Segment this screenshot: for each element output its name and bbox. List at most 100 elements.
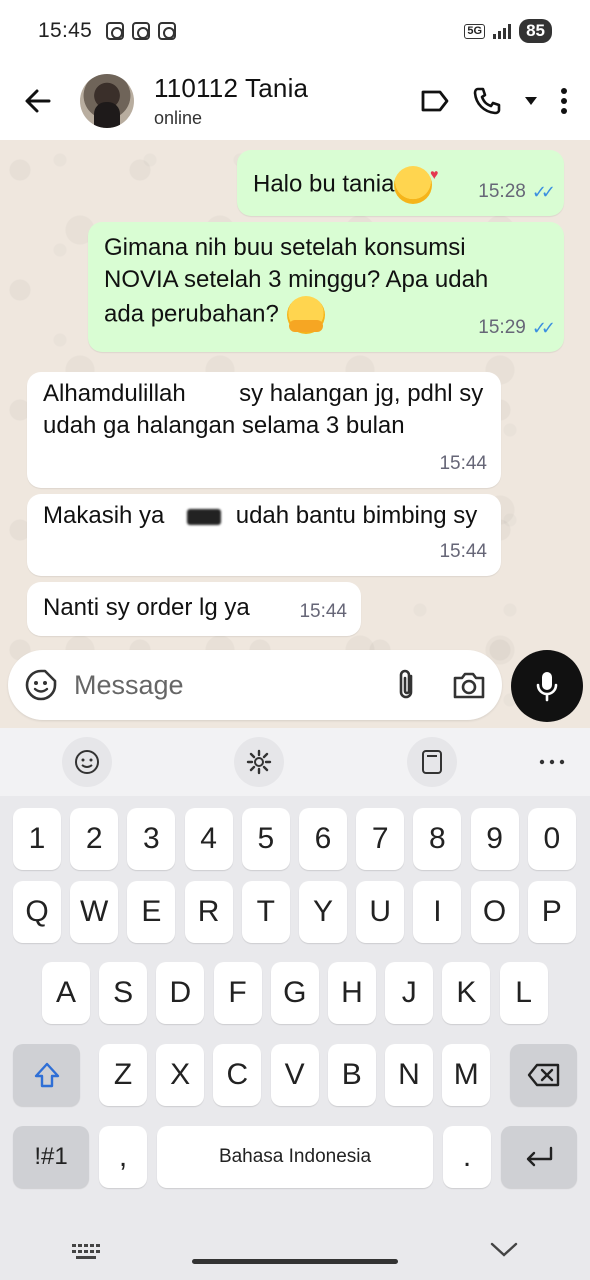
message-incoming[interactable]: Makasih ya udah bantu bimbing sy 15:44 — [27, 494, 501, 576]
enter-icon — [526, 1146, 553, 1167]
more-options-button[interactable] — [560, 87, 568, 115]
key-a[interactable]: A — [42, 962, 90, 1024]
attach-button[interactable] — [396, 668, 418, 702]
key-j[interactable]: J — [385, 962, 434, 1024]
key-b[interactable]: B — [327, 1044, 376, 1106]
keyboard: 1234567890 QWERTYUIOP ASDFGHJKL ZXCVBNM … — [0, 796, 590, 1280]
message-time: 15:44 — [299, 601, 347, 622]
backspace-key[interactable] — [510, 1044, 577, 1106]
message-time: 15:44 — [439, 541, 487, 562]
key-6[interactable]: 6 — [299, 808, 347, 870]
smiling-face-with-hearts-icon — [394, 158, 438, 204]
period-key[interactable]: . — [443, 1126, 491, 1188]
key-t[interactable]: T — [241, 881, 290, 943]
key-d[interactable]: D — [156, 962, 205, 1024]
message-text: Nanti sy order lg ya — [43, 594, 250, 621]
voice-message-button[interactable] — [511, 650, 583, 722]
hugging-face-icon — [286, 296, 325, 334]
key-5[interactable]: 5 — [241, 808, 290, 870]
message-incoming[interactable]: Alhamdulillah sy halangan jg, pdhl sy ud… — [27, 372, 501, 488]
message-text: Halo bu tania — [253, 170, 395, 198]
signal-icon — [493, 23, 512, 39]
more-vert-icon — [561, 88, 567, 114]
keyboard-more-button[interactable] — [532, 748, 572, 776]
key-z[interactable]: Z — [99, 1044, 147, 1106]
shift-icon — [34, 1062, 59, 1088]
message-incoming[interactable]: Nanti sy order lg ya 15:44 — [27, 582, 361, 636]
keyboard-switch-button[interactable] — [72, 1244, 102, 1260]
enter-key[interactable] — [501, 1126, 577, 1188]
camera-button[interactable] — [452, 670, 486, 700]
keyboard-settings-button[interactable] — [234, 737, 284, 787]
key-c[interactable]: C — [213, 1044, 262, 1106]
key-i[interactable]: I — [413, 881, 462, 943]
home-indicator[interactable] — [192, 1259, 398, 1264]
symbols-key[interactable]: !#1 — [13, 1126, 89, 1188]
key-2[interactable]: 2 — [70, 808, 119, 870]
message-meta: 15:29 ✓✓ — [478, 312, 556, 344]
key-h[interactable]: H — [328, 962, 376, 1024]
back-button[interactable] — [18, 81, 58, 121]
contact-info[interactable]: 110112 Tania online — [154, 73, 308, 129]
key-0[interactable]: 0 — [527, 808, 576, 870]
key-8[interactable]: 8 — [413, 808, 462, 870]
key-o[interactable]: O — [470, 881, 519, 943]
phone-icon — [473, 87, 501, 115]
chat-area[interactable]: Halo bu tania 15:28 ✓✓ Gimana nih buu se… — [0, 140, 590, 728]
emoji-button[interactable] — [24, 668, 58, 702]
key-q[interactable]: Q — [13, 881, 61, 943]
caret-down-icon — [525, 97, 537, 105]
message-time: 15:44 — [439, 453, 487, 474]
key-e[interactable]: E — [127, 881, 176, 943]
space-key[interactable]: Bahasa Indonesia — [157, 1126, 433, 1188]
contact-name: 110112 Tania — [154, 73, 309, 103]
sticker-emoji-icon — [25, 669, 57, 701]
key-l[interactable]: L — [499, 962, 548, 1024]
key-r[interactable]: R — [184, 881, 233, 943]
key-x[interactable]: X — [156, 1044, 205, 1106]
hide-keyboard-button[interactable] — [490, 1242, 518, 1258]
voice-call-button[interactable] — [472, 86, 502, 116]
chevron-down-icon — [490, 1242, 518, 1257]
chat-header: 110112 Tania online — [0, 62, 590, 140]
key-p[interactable]: P — [527, 881, 576, 943]
call-options-button[interactable] — [524, 96, 538, 106]
back-arrow-icon — [25, 89, 51, 113]
key-s[interactable]: S — [99, 962, 148, 1024]
key-m[interactable]: M — [442, 1044, 491, 1106]
key-k[interactable]: K — [442, 962, 491, 1024]
keyboard-emoji-button[interactable] — [62, 737, 112, 787]
contact-avatar[interactable] — [80, 74, 134, 128]
key-u[interactable]: U — [356, 881, 405, 943]
message-outgoing[interactable]: Gimana nih buu setelah konsumsi NOVIA se… — [88, 222, 564, 352]
smiley-icon — [75, 750, 99, 774]
key-3[interactable]: 3 — [127, 808, 176, 870]
battery-indicator: 85 — [519, 19, 552, 43]
key-y[interactable]: Y — [299, 881, 347, 943]
keyboard-toolbar — [0, 728, 590, 796]
instagram-icon — [132, 22, 151, 40]
key-f[interactable]: F — [213, 962, 262, 1024]
key-1[interactable]: 1 — [13, 808, 61, 870]
label-button[interactable] — [420, 88, 450, 114]
key-g[interactable]: G — [270, 962, 319, 1024]
instagram-icon — [158, 22, 177, 40]
clipboard-icon — [422, 750, 442, 774]
message-input[interactable]: Message — [74, 670, 184, 701]
keyboard-grid-icon — [72, 1244, 100, 1259]
system-nav-bar — [0, 1210, 590, 1280]
key-4[interactable]: 4 — [184, 808, 233, 870]
key-9[interactable]: 9 — [470, 808, 519, 870]
status-time: 15:45 — [38, 19, 93, 42]
key-n[interactable]: N — [385, 1044, 433, 1106]
read-ticks-icon: ✓✓ — [531, 318, 556, 338]
key-7[interactable]: 7 — [356, 808, 405, 870]
clipboard-button[interactable] — [407, 737, 457, 787]
message-composer[interactable]: Message — [8, 650, 502, 720]
message-outgoing[interactable]: Halo bu tania 15:28 ✓✓ — [237, 150, 564, 216]
comma-key[interactable]: , — [99, 1126, 147, 1188]
shift-key[interactable] — [13, 1044, 80, 1106]
key-w[interactable]: W — [70, 881, 119, 943]
key-v[interactable]: V — [270, 1044, 319, 1106]
message-meta: 15:44 — [439, 536, 487, 568]
